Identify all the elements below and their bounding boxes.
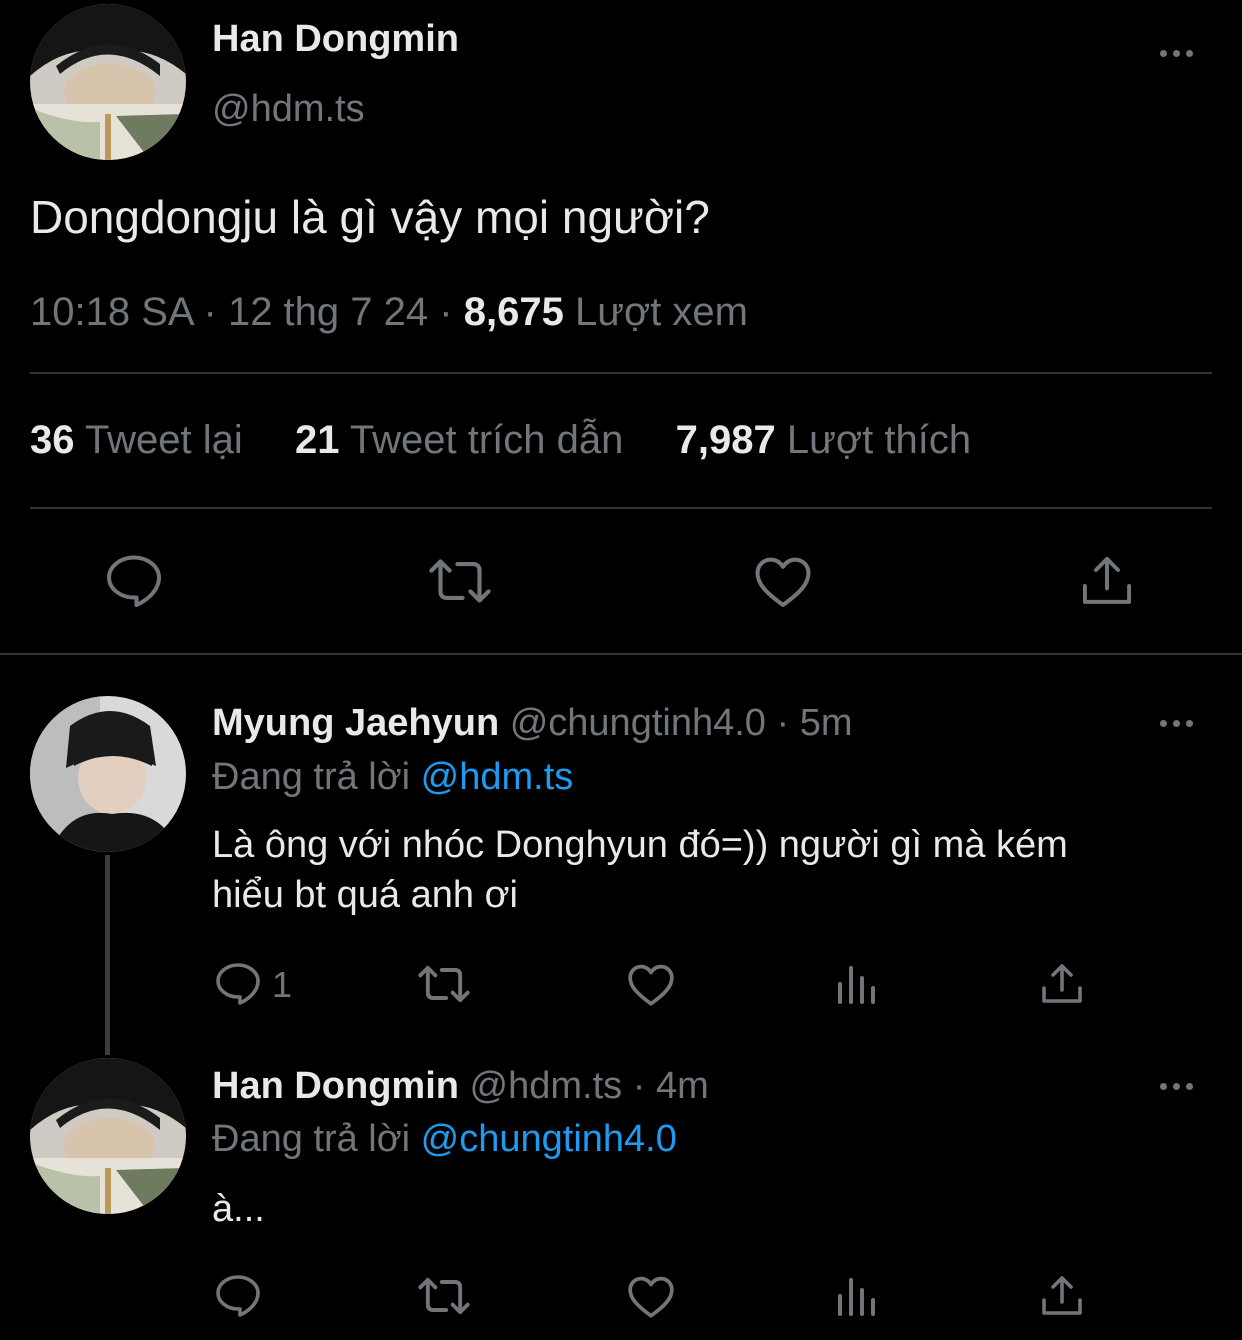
retweets-label: Tweet lại — [84, 418, 243, 462]
reply-text-line-1: Là ông với nhóc Donghyun đó=)) người gì … — [212, 824, 1068, 866]
share-icon[interactable] — [1040, 962, 1084, 1006]
reply-avatar[interactable] — [30, 696, 186, 852]
divider — [30, 372, 1212, 374]
meta-separator: · — [203, 290, 217, 334]
reply-icon[interactable] — [104, 552, 164, 608]
more-icon[interactable] — [1160, 720, 1193, 727]
replying-label: Đang trả lời — [212, 756, 411, 798]
meta-separator: · — [632, 1065, 646, 1107]
replying-to-link[interactable]: @hdm.ts — [421, 756, 574, 798]
reply-time[interactable]: 5m — [800, 702, 853, 744]
divider — [0, 653, 1242, 655]
likes-label: Lượt thích — [786, 418, 972, 462]
quotes-label: Tweet trích dẫn — [349, 418, 624, 462]
reply-icon[interactable] — [214, 960, 262, 1006]
reply-count: 1 — [272, 964, 293, 1005]
replying-to: Đang trả lời @hdm.ts — [212, 756, 573, 799]
analytics-icon[interactable] — [834, 962, 878, 1006]
quotes-stat[interactable]: 21 Tweet trích dẫn — [295, 418, 635, 462]
analytics-icon[interactable] — [834, 1274, 878, 1318]
reply-text-line-2: hiểu bt quá anh ơi — [212, 874, 518, 916]
meta-separator: · — [776, 702, 790, 744]
tweet-stats: 36 Tweet lại 21 Tweet trích dẫn 7,987 Lư… — [30, 418, 971, 463]
reply-icon[interactable] — [214, 1272, 262, 1318]
likes-count: 7,987 — [675, 418, 776, 462]
retweet-icon[interactable] — [416, 1274, 472, 1318]
views-label: Lượt xem — [574, 290, 748, 334]
retweet-icon[interactable] — [416, 962, 472, 1006]
author-name[interactable]: Han Dongmin — [212, 18, 459, 61]
quotes-count: 21 — [295, 418, 340, 462]
tweet-text: Dongdongju là gì vậy mọi người? — [30, 191, 710, 243]
divider — [30, 507, 1212, 509]
like-icon[interactable] — [752, 554, 814, 610]
tweet-date[interactable]: 12 thg 7 24 — [228, 290, 428, 334]
reply-author-handle[interactable]: @chungtinh4.0 — [510, 702, 766, 744]
views-count: 8,675 — [463, 290, 564, 334]
author-handle[interactable]: @hdm.ts — [212, 88, 365, 131]
reply-header: Han Dongmin @hdm.ts · 4m — [212, 1065, 709, 1108]
more-icon[interactable] — [1160, 1083, 1193, 1090]
retweet-icon[interactable] — [426, 555, 494, 607]
reply-time[interactable]: 4m — [656, 1065, 709, 1107]
share-icon[interactable] — [1080, 554, 1134, 608]
reply-header: Myung Jaehyun @chungtinh4.0 · 5m — [212, 702, 853, 745]
reply-author-handle[interactable]: @hdm.ts — [470, 1065, 623, 1107]
retweets-stat[interactable]: 36 Tweet lại — [30, 418, 254, 462]
reply-text-line-1: à... — [212, 1188, 265, 1230]
likes-stat[interactable]: 7,987 Lượt thích — [676, 418, 971, 462]
retweets-count: 36 — [30, 418, 75, 462]
tweet-time[interactable]: 10:18 SA — [30, 290, 192, 334]
replying-label: Đang trả lời — [212, 1118, 411, 1160]
replying-to: Đang trả lời @chungtinh4.0 — [212, 1118, 677, 1161]
meta-separator: · — [439, 290, 453, 334]
thread-line — [105, 855, 110, 1055]
tweet-meta: 10:18 SA · 12 thg 7 24 · 8,675 Lượt xem — [30, 290, 748, 335]
author-avatar[interactable] — [30, 4, 186, 160]
more-icon[interactable] — [1160, 50, 1193, 57]
like-icon[interactable] — [626, 962, 676, 1008]
replying-to-link[interactable]: @chungtinh4.0 — [421, 1118, 677, 1160]
like-icon[interactable] — [626, 1274, 676, 1320]
reply-author-name[interactable]: Myung Jaehyun — [212, 702, 499, 744]
share-icon[interactable] — [1040, 1274, 1084, 1318]
reply-avatar[interactable] — [30, 1058, 186, 1214]
reply-author-name[interactable]: Han Dongmin — [212, 1065, 459, 1107]
